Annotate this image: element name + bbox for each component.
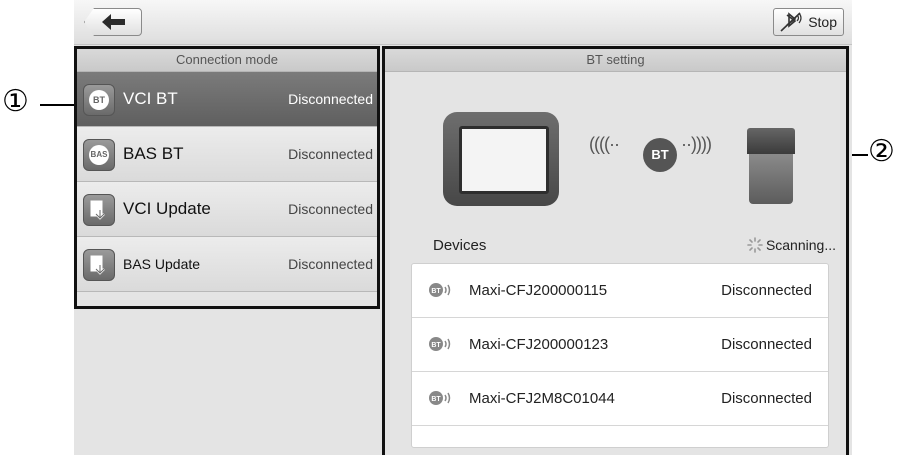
connection-item-status: Disconnected (288, 201, 373, 217)
bluetooth-device-icon: BT (429, 337, 451, 351)
svg-text:BT: BT (431, 396, 441, 403)
back-arrow-icon (102, 14, 125, 30)
back-button[interactable] (84, 8, 142, 36)
loading-spinner-icon (747, 237, 763, 253)
device-list: BT Maxi-CFJ200000115 Disconnected BT Max… (411, 263, 829, 448)
connection-item-vci-update[interactable]: VCI Update Disconnected (77, 182, 377, 237)
bas-bt-icon-badge: BAS (89, 145, 109, 165)
bluetooth-badge: BT (643, 138, 677, 172)
device-name: Maxi-CFJ200000123 (469, 336, 609, 353)
connection-item-label: BAS Update (123, 256, 201, 272)
bluetooth-device-icon: BT (429, 391, 451, 405)
bt-connection-illustration: ((((·· BT ··)))) (385, 74, 846, 224)
bas-bt-icon: BAS (83, 139, 115, 171)
connection-item-bas-bt[interactable]: BAS BAS BT Disconnected (77, 127, 377, 182)
callout-2: ② (868, 134, 895, 169)
callout-1-line (40, 104, 74, 106)
bluetooth-device-icon: BT (429, 283, 451, 297)
svg-text:BT: BT (431, 342, 441, 349)
stop-label: Stop (808, 14, 837, 30)
vci-bt-icon-badge: BT (89, 90, 109, 110)
vci-update-icon (83, 194, 115, 226)
top-toolbar: Stop (74, 0, 852, 45)
callout-1: ① (2, 84, 29, 119)
bt-setting-header: BT setting (385, 49, 846, 72)
connection-item-label: BAS BT (123, 144, 184, 163)
connection-item-status: Disconnected (288, 91, 373, 107)
signal-waves-right-icon: ··)))) (681, 134, 712, 154)
scanning-status: Scanning... (747, 237, 836, 253)
devices-label: Devices (433, 237, 487, 254)
connection-item-status: Disconnected (288, 146, 373, 162)
stop-bluetooth-icon (780, 12, 802, 32)
callout-2-line (852, 154, 868, 156)
vci-dongle-icon (747, 128, 795, 206)
vci-bt-icon: BT (83, 84, 115, 116)
device-name: Maxi-CFJ200000115 (469, 282, 608, 299)
device-status: Disconnected (721, 282, 812, 299)
device-status: Disconnected (721, 336, 812, 353)
connection-item-bas-update[interactable]: BAS Update Disconnected (77, 237, 377, 292)
scanning-label: Scanning... (765, 237, 836, 253)
connection-item-vci-bt[interactable]: BT VCI BT Disconnected (77, 72, 377, 127)
device-row[interactable]: BT Maxi-CFJ200000115 Disconnected (412, 264, 828, 318)
connection-mode-panel: Connection mode BT VCI BT Disconnected B… (74, 46, 380, 309)
device-row[interactable]: BT Maxi-CFJ2M8C01044 Disconnected (412, 372, 828, 426)
app-screen: Stop Connection mode BT VCI BT Disconnec… (74, 0, 852, 455)
stop-button[interactable]: Stop (773, 8, 844, 36)
device-name: Maxi-CFJ2M8C01044 (469, 390, 615, 407)
connection-item-label: VCI Update (123, 199, 211, 218)
device-row[interactable]: BT Maxi-CFJ200000123 Disconnected (412, 318, 828, 372)
device-status: Disconnected (721, 390, 812, 407)
connection-item-label: VCI BT (123, 89, 178, 108)
svg-text:BT: BT (431, 288, 441, 295)
connection-item-status: Disconnected (288, 256, 373, 272)
bt-setting-panel: BT setting ((((·· BT ··)))) Devices Scan… (382, 46, 849, 455)
bas-update-icon (83, 249, 115, 281)
connection-mode-header: Connection mode (77, 49, 377, 72)
signal-waves-left-icon: ((((·· (589, 134, 620, 154)
tablet-icon (443, 112, 559, 206)
